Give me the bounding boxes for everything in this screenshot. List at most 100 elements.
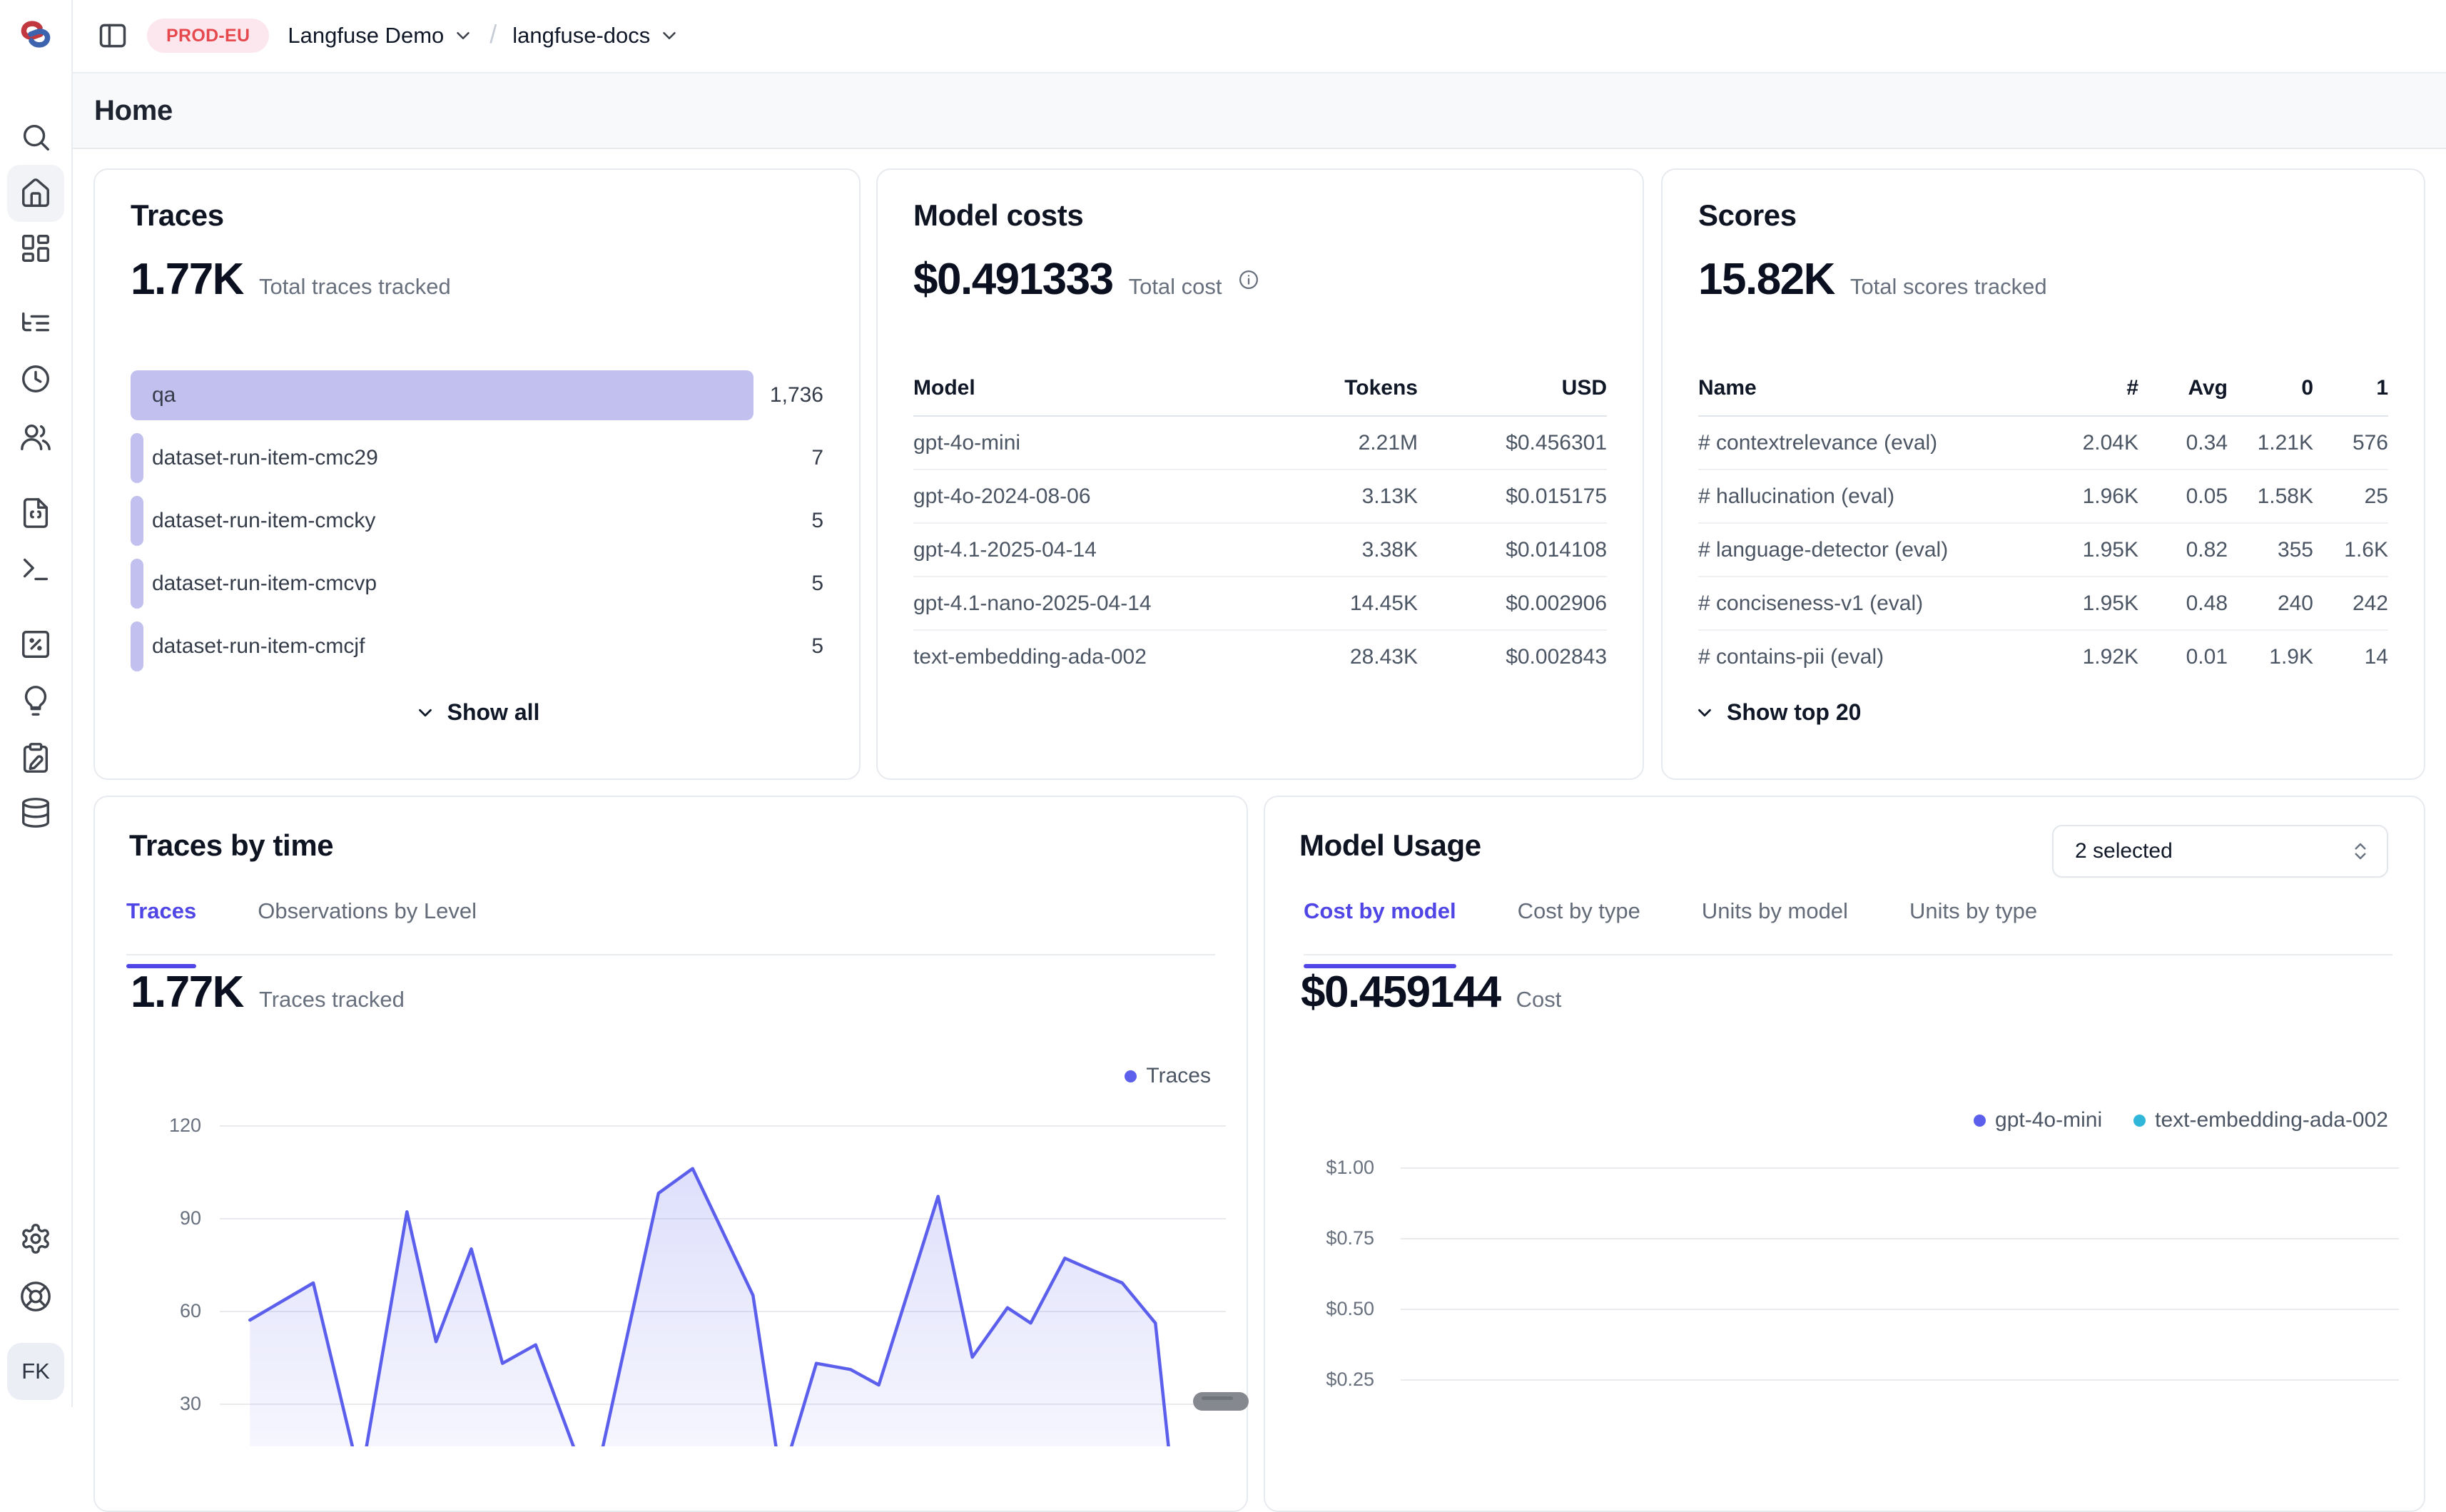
sidebar-item-insights[interactable] (7, 672, 64, 729)
sidebar-item-support[interactable] (7, 1268, 64, 1325)
horizontal-scrollbar-thumb[interactable] (1193, 1392, 1249, 1411)
table-cell: 1.95K (2083, 524, 2138, 576)
model-costs-title: Model costs (913, 198, 1083, 233)
model-usage-legend: gpt-4o-minitext-embedding-ada-002 (1974, 1108, 2388, 1132)
scores-card: Scores 15.82K Total scores tracked Name #… (1661, 168, 2425, 780)
bar-fill (131, 496, 143, 546)
table-cell: 14.45K (1350, 577, 1418, 629)
column-header: Name (1698, 368, 1757, 408)
sidebar-item-evaluators[interactable] (7, 616, 64, 673)
table-cell: 355 (2278, 524, 2313, 576)
project-name: langfuse-docs (512, 23, 650, 49)
sidebar-item-annotation[interactable] (7, 729, 64, 786)
bar-fill (131, 433, 143, 483)
sidebar-item-datasets[interactable] (7, 784, 64, 841)
avatar[interactable]: FK (7, 1343, 64, 1400)
sidebar-item-tracing[interactable] (7, 295, 64, 352)
project-switcher[interactable]: langfuse-docs (512, 23, 680, 49)
tracing-icon (19, 307, 52, 340)
playground-icon (19, 553, 52, 586)
y-tick-label: 30 (116, 1393, 201, 1415)
table-cell: text-embedding-ada-002 (913, 631, 1147, 683)
info-icon[interactable] (1238, 269, 1259, 290)
home-icon (19, 177, 52, 210)
trace-bar-row[interactable]: dataset-run-item-cmcjf5 (131, 621, 823, 671)
table-cell: 1.92K (2083, 631, 2138, 683)
table-cell: 0.05 (2186, 470, 2228, 522)
table-cell: 25 (2365, 470, 2388, 522)
sidebar-item-search[interactable] (7, 108, 64, 166)
tab-units-by-type[interactable]: Units by type (1909, 884, 2037, 968)
table-cell: # language-detector (eval) (1698, 524, 1948, 576)
y-tick-label: 60 (116, 1300, 201, 1322)
datasets-icon (19, 796, 52, 829)
breadcrumb-separator: / (489, 19, 497, 49)
sidebar-item-users[interactable] (7, 408, 64, 465)
table-cell: gpt-4o-2024-08-06 (913, 470, 1091, 522)
legend-dot (2133, 1115, 2146, 1127)
sidebar-item-sessions[interactable] (7, 350, 64, 407)
bar-fill (131, 559, 143, 609)
sidebar-toggle-button[interactable] (94, 17, 131, 54)
prompts-icon (19, 497, 52, 529)
annotation-icon (19, 741, 52, 774)
column-header: USD (1562, 368, 1607, 408)
column-header: 1 (2376, 368, 2388, 408)
legend-dot (1125, 1070, 1137, 1082)
gridline (1401, 1167, 2399, 1169)
table-cell: 1.21K (2258, 417, 2313, 469)
tab-cost-by-model[interactable]: Cost by model (1304, 884, 1456, 968)
show-top-20-button[interactable]: Show top 20 (1694, 699, 2424, 726)
traces-total-label: Total traces tracked (259, 274, 451, 300)
org-switcher[interactable]: Langfuse Demo (288, 23, 474, 49)
table-row: # contextrelevance (eval)2.04K0.341.21K5… (1698, 417, 2388, 470)
gridline (1401, 1309, 2399, 1310)
scores-stat: 15.82K Total scores tracked (1698, 254, 2047, 305)
tab-traces[interactable]: Traces (126, 884, 196, 968)
traces-bar-list: qa1,736 dataset-run-item-cmc297 dataset-ru… (131, 370, 823, 684)
legend-label: Traces (1146, 1064, 1211, 1088)
table-cell: 1.58K (2258, 470, 2313, 522)
sidebar-item-prompts[interactable] (7, 484, 64, 542)
table-row: gpt-4o-2024-08-063.13K$0.015175 (913, 470, 1607, 524)
legend-label: gpt-4o-mini (1995, 1108, 2102, 1132)
environment-badge[interactable]: PROD-EU (147, 19, 269, 53)
table-row: # contains-pii (eval)1.92K0.011.9K14 (1698, 631, 2388, 683)
chevron-down-icon (415, 702, 436, 724)
traces-card: Traces 1.77K Total traces tracked qa1,73… (93, 168, 861, 780)
show-all-button[interactable]: Show all (95, 699, 859, 726)
tab-observations-by-level[interactable]: Observations by Level (258, 884, 477, 968)
chevrons-up-down-icon (2350, 841, 2371, 862)
trace-bar-row[interactable]: qa1,736 (131, 370, 823, 420)
sidebar-item-dashboards[interactable] (7, 220, 64, 277)
table-cell: 0.01 (2186, 631, 2228, 683)
sidebar-item-home[interactable] (7, 165, 64, 222)
langfuse-logo[interactable] (16, 16, 56, 53)
trace-bar-row[interactable]: dataset-run-item-cmcky5 (131, 496, 823, 546)
model-costs-stat: $0.491333 Total cost (913, 254, 1259, 305)
model-select[interactable]: 2 selected (2052, 825, 2388, 878)
table-cell: 1.96K (2083, 470, 2138, 522)
table-row: text-embedding-ada-00228.43K$0.002843 (913, 631, 1607, 683)
column-header: 0 (2301, 368, 2313, 408)
tab-cost-by-type[interactable]: Cost by type (1518, 884, 1640, 968)
sidebar-item-playground[interactable] (7, 541, 64, 598)
y-tick-label: 120 (116, 1115, 201, 1137)
trace-bar-row[interactable]: dataset-run-item-cmc297 (131, 433, 823, 483)
table-cell: gpt-4.1-2025-04-14 (913, 524, 1097, 576)
gridline (1401, 1379, 2399, 1381)
tab-units-by-model[interactable]: Units by model (1702, 884, 1848, 968)
settings-icon (19, 1222, 52, 1255)
legend-item: gpt-4o-mini (1974, 1108, 2102, 1132)
sidebar-item-settings[interactable] (7, 1210, 64, 1267)
chevron-down-icon (1694, 702, 1715, 724)
insights-icon (19, 684, 52, 717)
trace-count: 7 (811, 433, 823, 483)
traces-stat: 1.77K Total traces tracked (131, 254, 451, 305)
table-cell: $0.002843 (1506, 631, 1607, 683)
cost-value: $0.459144 (1301, 967, 1501, 1018)
scores-title: Scores (1698, 198, 1797, 233)
trace-bar-row[interactable]: dataset-run-item-cmcvp5 (131, 559, 823, 609)
model-costs-card: Model costs $0.491333 Total cost ModelTo… (876, 168, 1644, 780)
traces-total: 1.77K (131, 254, 243, 305)
